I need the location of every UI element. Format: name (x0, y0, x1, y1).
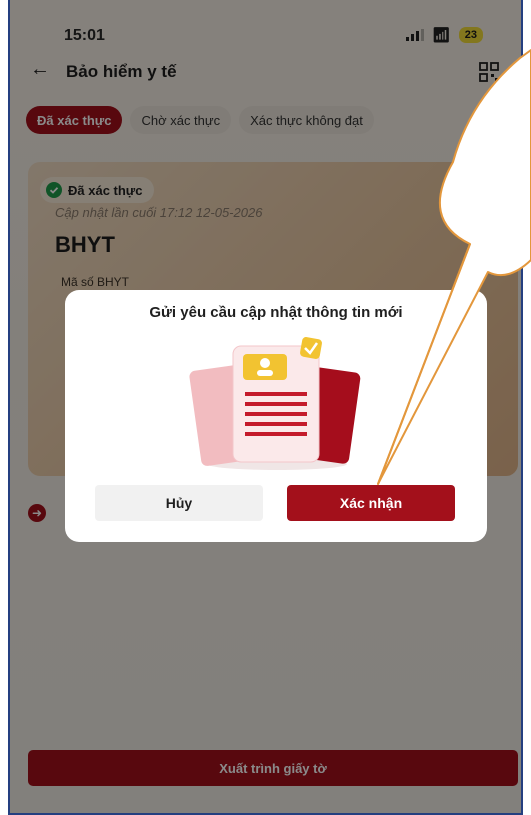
cancel-button[interactable]: Hủy (95, 485, 263, 521)
dialog-title: Gửi yêu cầu cập nhật thông tin mới (149, 304, 403, 321)
confirm-button[interactable]: Xác nhận (287, 485, 455, 521)
document-update-illustration (189, 337, 361, 470)
confirm-dialog: Gửi yêu cầu cập nhật thông tin mới Hủy X… (65, 290, 487, 542)
app-frame: 15:01 📶︎ 23 ← Bảo hiểm y tế Đã xác thực … (8, 0, 523, 815)
